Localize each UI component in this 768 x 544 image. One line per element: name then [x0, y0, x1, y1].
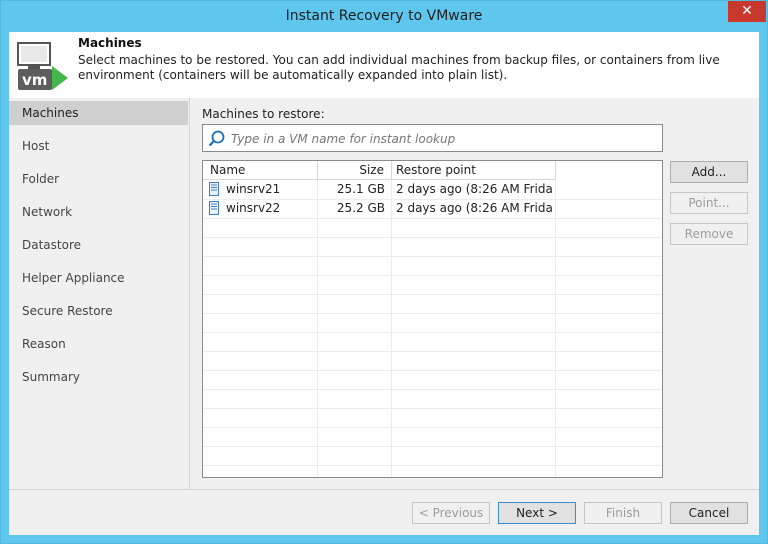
close-button[interactable]: ✕ [728, 1, 766, 22]
step-folder[interactable]: Folder [9, 167, 188, 191]
row-divider [203, 218, 662, 219]
step-machines[interactable]: Machines [9, 101, 188, 125]
step-summary[interactable]: Summary [9, 365, 188, 389]
vm-icon [209, 201, 219, 215]
row-divider [203, 313, 662, 314]
step-reason[interactable]: Reason [9, 332, 188, 356]
vm-restore-point: 2 days ago (8:26 AM Friday... [396, 182, 552, 196]
machines-table[interactable]: Name Size Restore point winsrv21 25.1 GB… [202, 160, 663, 478]
vm-restore-point: 2 days ago (8:26 AM Friday... [396, 201, 552, 215]
wizard-steps-sidebar: Machines Host Folder Network Datastore H… [9, 98, 190, 489]
point-button[interactable]: Point... [670, 192, 748, 214]
vm-size: 25.1 GB [336, 182, 385, 196]
step-network[interactable]: Network [9, 200, 188, 224]
wizard-window: Instant Recovery to VMware ✕ vm Machines… [0, 0, 768, 544]
column-header-restore-point[interactable]: Restore point [392, 161, 556, 180]
vm-search-box[interactable] [202, 124, 663, 152]
column-header-name[interactable]: Name [203, 161, 318, 180]
main-content: Machines to restore: Name Size Restore p… [190, 98, 759, 489]
vm-name: winsrv22 [226, 201, 281, 215]
vm-name: winsrv21 [226, 182, 281, 196]
finish-button[interactable]: Finish [584, 502, 662, 524]
wizard-body: Machines Host Folder Network Datastore H… [9, 98, 759, 489]
row-divider [203, 332, 662, 333]
row-divider [203, 351, 662, 352]
row-divider [203, 237, 662, 238]
row-divider [203, 389, 662, 390]
wizard-footer: < Previous Next > Finish Cancel [9, 489, 759, 535]
vm-icon [209, 182, 219, 196]
step-secure-restore[interactable]: Secure Restore [9, 299, 188, 323]
window-title: Instant Recovery to VMware [285, 8, 483, 24]
search-icon [208, 130, 225, 147]
step-host[interactable]: Host [9, 134, 188, 158]
vm-restore-icon: vm [17, 42, 68, 90]
row-divider [203, 408, 662, 409]
close-icon: ✕ [741, 3, 753, 19]
next-button[interactable]: Next > [498, 502, 576, 524]
vm-search-input[interactable] [229, 127, 653, 151]
previous-button[interactable]: < Previous [412, 502, 490, 524]
machines-to-restore-label: Machines to restore: [202, 107, 325, 121]
column-divider [555, 180, 556, 477]
column-divider [317, 180, 318, 477]
header-description: Select machines to be restored. You can … [78, 53, 720, 82]
header-title: Machines [78, 36, 142, 50]
remove-button[interactable]: Remove [670, 223, 748, 245]
svg-text:vm: vm [22, 71, 47, 89]
step-helper-appliance[interactable]: Helper Appliance [9, 266, 188, 290]
column-divider [391, 180, 392, 477]
row-divider [203, 256, 662, 257]
row-divider [203, 446, 662, 447]
cancel-button[interactable]: Cancel [670, 502, 748, 524]
vm-size: 25.2 GB [336, 201, 385, 215]
row-divider [203, 294, 662, 295]
row-divider [203, 427, 662, 428]
add-button[interactable]: Add... [670, 161, 748, 183]
row-divider [203, 275, 662, 276]
row-divider [203, 465, 662, 466]
step-datastore[interactable]: Datastore [9, 233, 188, 257]
column-header-size[interactable]: Size [318, 161, 392, 180]
wizard-header: vm Machines Select machines to be restor… [9, 32, 759, 98]
row-divider [203, 370, 662, 371]
title-bar[interactable]: Instant Recovery to VMware ✕ [1, 1, 767, 32]
